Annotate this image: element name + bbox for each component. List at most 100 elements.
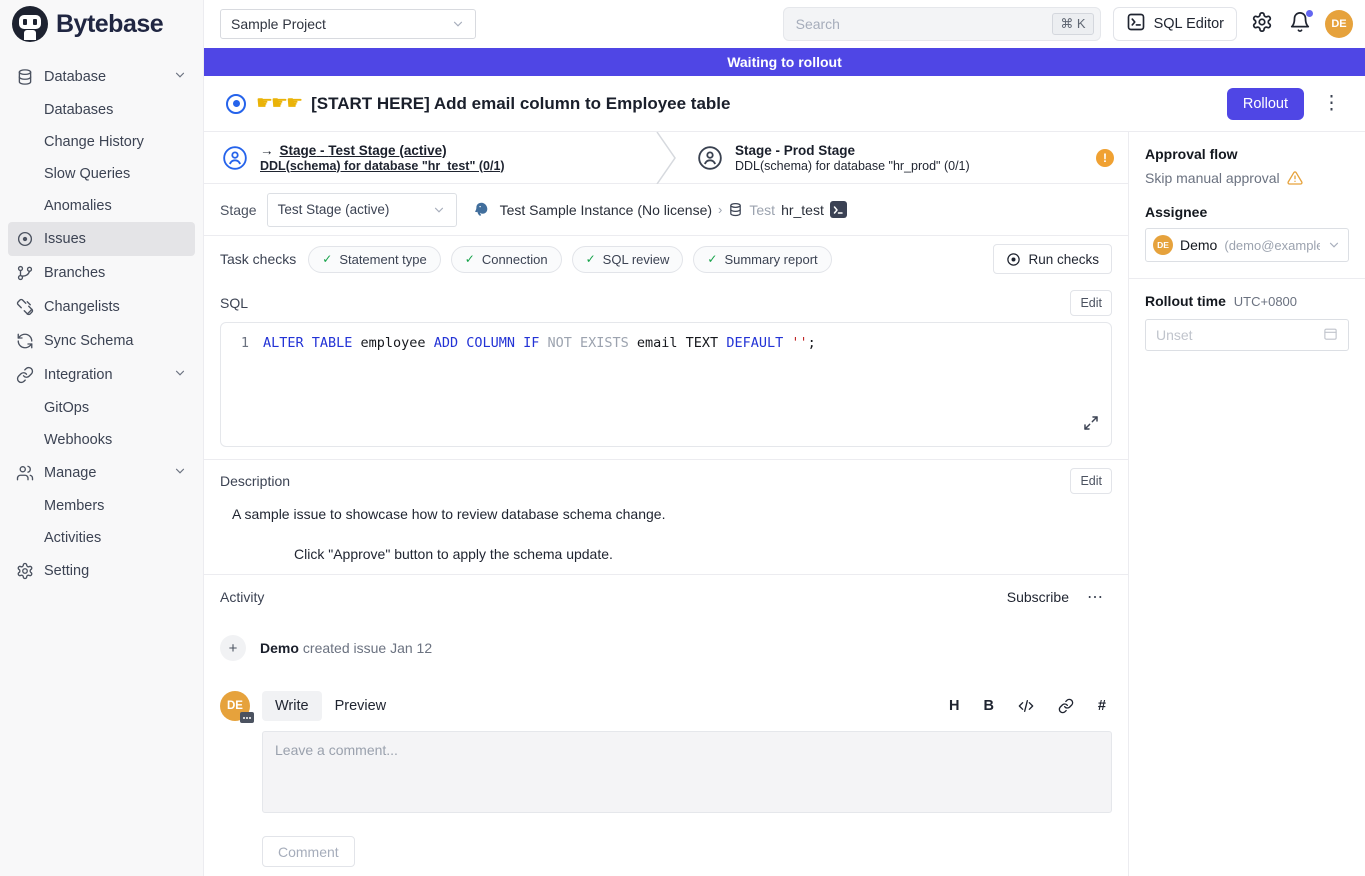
ellipsis-menu-icon[interactable]: ⋯ <box>1087 587 1104 607</box>
activity-section: Activity Subscribe ⋯ + Democreated issue… <box>204 574 1128 876</box>
sidebar-item-label: Issues <box>44 231 86 247</box>
issue-detail: →Stage - Test Stage (active) DDL(schema)… <box>204 132 1128 876</box>
description-title: Description <box>220 473 290 489</box>
run-checks-button[interactable]: Run checks <box>993 244 1112 274</box>
sidebar-item-label: Members <box>44 498 104 514</box>
attention-badge: ! <box>1096 149 1114 167</box>
sidebar-item-anomalies[interactable]: Anomalies <box>8 190 195 222</box>
description-body: A sample issue to showcase how to review… <box>204 500 1128 562</box>
link-icon <box>16 366 34 384</box>
sidebar-item-branches[interactable]: Branches <box>8 256 195 290</box>
expand-icon[interactable] <box>1083 415 1099 436</box>
sidebar-item-changelists[interactable]: Changelists <box>8 290 195 324</box>
brand-name: Bytebase <box>56 10 163 39</box>
chevron-down-icon <box>1327 238 1341 252</box>
tab-preview[interactable]: Preview <box>322 691 400 721</box>
sidebar-item-label: GitOps <box>44 400 89 416</box>
assignee-title: Assignee <box>1145 204 1349 220</box>
search-box[interactable]: ⌘ K <box>783 7 1101 41</box>
open-sql-editor-icon[interactable] <box>830 201 847 218</box>
sidebar-item-gitops[interactable]: GitOps <box>8 392 195 424</box>
sidebar-item-label: Change History <box>44 134 144 150</box>
current-stage-arrow: → <box>260 143 274 158</box>
comment-submit-button[interactable]: Comment <box>262 836 355 867</box>
composer-avatar: DE <box>220 691 250 721</box>
check-pill-sql-review[interactable]: ✓SQL review <box>572 246 684 273</box>
sidebar-item-label: Changelists <box>44 299 120 315</box>
subscribe-button[interactable]: Subscribe <box>1007 589 1069 605</box>
assignee-avatar: DE <box>1153 235 1173 255</box>
sql-editor-button[interactable]: SQL Editor <box>1113 7 1237 41</box>
user-avatar[interactable]: DE <box>1325 10 1353 38</box>
sidebar-item-databases[interactable]: Databases <box>8 94 195 126</box>
status-banner: Waiting to rollout <box>204 48 1365 76</box>
assignee-email: (demo@example <box>1224 238 1320 253</box>
hash-icon[interactable]: # <box>1098 698 1106 714</box>
sidebar-item-setting[interactable]: Setting <box>8 554 195 588</box>
heading-icon[interactable]: H <box>949 698 959 714</box>
sidebar-item-slow-queries[interactable]: Slow Queries <box>8 158 195 190</box>
sidebar-item-label: Slow Queries <box>44 166 130 182</box>
sql-section-head: SQL Edit <box>204 282 1128 322</box>
gear-icon <box>1251 11 1273 38</box>
stage-card-prod[interactable]: Stage - Prod Stage DDL(schema) for datab… <box>679 132 1128 183</box>
settings-button[interactable] <box>1249 11 1275 37</box>
sql-code-line: 1 ALTER TABLE employee ADD COLUMN IF NOT… <box>235 335 1097 351</box>
instance-breadcrumb: Test Sample Instance (No license) › Test… <box>500 201 847 218</box>
sidebar-item-integration[interactable]: Integration <box>8 358 195 392</box>
stage-subtitle: DDL(schema) for database "hr_test" (0/1) <box>260 159 505 173</box>
bold-icon[interactable]: B <box>983 698 993 714</box>
database-link[interactable]: hr_test <box>781 202 824 218</box>
database-icon <box>728 202 743 217</box>
bytebase-logo-icon <box>12 6 48 42</box>
kebab-menu-icon[interactable]: ⋮ <box>1314 92 1349 115</box>
sidebar-item-members[interactable]: Members <box>8 490 195 522</box>
sidebar-item-label: Database <box>44 69 106 85</box>
description-edit-button[interactable]: Edit <box>1070 468 1112 494</box>
stage-card-test[interactable]: →Stage - Test Stage (active) DDL(schema)… <box>204 132 653 183</box>
sidebar-item-manage[interactable]: Manage <box>8 456 195 490</box>
rollout-time-input[interactable]: Unset <box>1145 319 1349 351</box>
instance-link[interactable]: Test Sample Instance (No license) <box>500 202 712 218</box>
description-paragraph: Click "Approve" button to apply the sche… <box>294 546 1112 562</box>
breadcrumb-separator: › <box>718 202 722 217</box>
comment-input[interactable] <box>262 731 1112 813</box>
task-checks-row: Task checks ✓Statement type ✓Connection … <box>204 236 1128 282</box>
tab-write[interactable]: Write <box>262 691 322 721</box>
circle-dot-icon <box>16 230 34 248</box>
gear-icon <box>16 562 34 580</box>
check-pill-statement-type[interactable]: ✓Statement type <box>308 246 441 273</box>
sidebar-item-activities[interactable]: Activities <box>8 522 195 554</box>
check-pill-summary-report[interactable]: ✓Summary report <box>693 246 831 273</box>
code-icon[interactable] <box>1018 698 1034 714</box>
rollout-button[interactable]: Rollout <box>1227 88 1304 120</box>
assignee-select[interactable]: DE Demo (demo@example <box>1145 228 1349 262</box>
check-icon: ✓ <box>586 252 596 266</box>
search-input[interactable] <box>796 16 1045 32</box>
project-select[interactable]: Sample Project <box>220 9 476 39</box>
stage-picker-label: Stage <box>220 202 257 218</box>
search-shortcut-key: ⌘ K <box>1052 13 1093 35</box>
sidebar-item-webhooks[interactable]: Webhooks <box>8 424 195 456</box>
sql-statement-box[interactable]: 1 ALTER TABLE employee ADD COLUMN IF NOT… <box>220 322 1112 447</box>
terminal-icon <box>1126 12 1146 36</box>
sidebar-item-issues[interactable]: Issues <box>8 222 195 256</box>
check-label: Summary report <box>724 252 817 267</box>
rollout-time-placeholder: Unset <box>1156 327 1193 343</box>
sidebar-nav: Database Databases Change History Slow Q… <box>0 48 203 588</box>
stage-select-value: Test Stage (active) <box>278 202 390 217</box>
chevron-down-icon <box>173 68 187 86</box>
sidebar-item-change-history[interactable]: Change History <box>8 126 195 158</box>
notifications-button[interactable] <box>1287 11 1313 37</box>
sidebar-item-database[interactable]: Database <box>8 60 195 94</box>
plus-icon: + <box>220 635 246 661</box>
check-pill-connection[interactable]: ✓Connection <box>451 246 562 273</box>
brand-logo[interactable]: Bytebase <box>0 0 203 48</box>
sidebar-item-sync-schema[interactable]: Sync Schema <box>8 324 195 358</box>
pencil-ruler-icon <box>16 298 34 316</box>
task-checks-label: Task checks <box>220 251 296 267</box>
stage-select[interactable]: Test Stage (active) <box>267 193 457 227</box>
link-icon[interactable] <box>1058 698 1074 714</box>
issue-title: [START HERE] Add email column to Employe… <box>311 94 730 114</box>
sql-edit-button[interactable]: Edit <box>1070 290 1112 316</box>
